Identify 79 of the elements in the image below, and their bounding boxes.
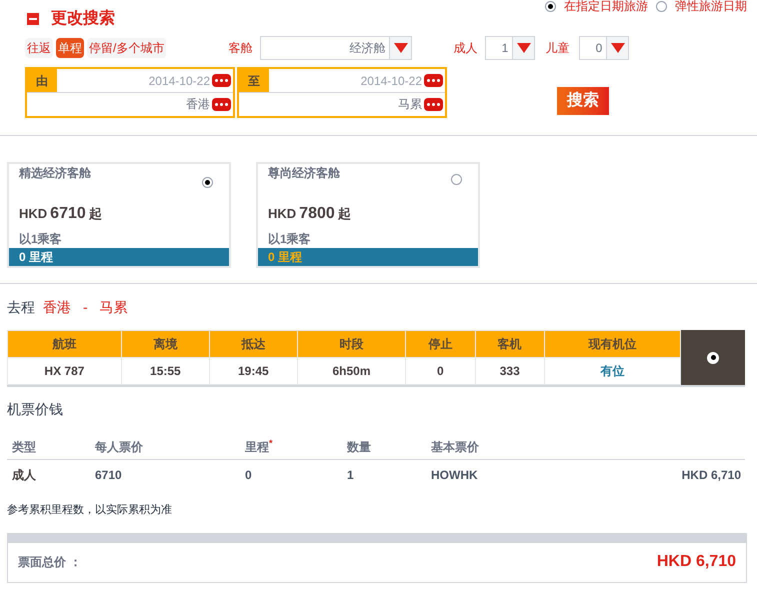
fare-card[interactable]: 精选经济客舱 HKD 6710 起 以1乘客 0 里程: [7, 162, 231, 268]
caret-icon: [516, 43, 531, 53]
radio-label: 在指定日期旅游: [564, 0, 648, 15]
trip-type-tab[interactable]: 单程: [56, 38, 84, 58]
select-cell[interactable]: [681, 330, 745, 385]
collapse-icon[interactable]: [27, 13, 39, 25]
column-header: 数量: [347, 438, 372, 456]
fare-card[interactable]: 尊尚经济客舱 HKD 7800 起 以1乘客 0 里程: [256, 162, 480, 268]
radio-button[interactable]: [707, 352, 719, 364]
fare-price: HKD 6710 起: [18, 204, 103, 224]
field-label: 成人: [453, 40, 478, 57]
column-header: 客机: [475, 330, 544, 358]
picker-icon[interactable]: [212, 98, 231, 110]
table-cell-text: HKD 6,710: [682, 467, 742, 484]
radio-label: 弹性旅游日期: [675, 0, 747, 15]
cabin-select[interactable]: 经济舱: [260, 36, 412, 60]
radio-button[interactable]: [545, 0, 556, 12]
route-label: 由: [27, 69, 57, 92]
table-cell: 有位: [544, 358, 680, 384]
table-cell-text: 0: [245, 467, 253, 484]
destination-city: 马累: [100, 298, 128, 317]
table-cell: HX 787: [8, 358, 122, 384]
table-cell: 19:45: [209, 358, 298, 384]
outbound-label: 去程: [7, 298, 35, 317]
origin-city: 香港: [43, 298, 71, 317]
route-label: 至: [239, 69, 269, 92]
fare-name: 尊尚经济客舱: [268, 165, 340, 182]
radio-button[interactable]: [656, 0, 667, 12]
city-field[interactable]: 马累: [398, 95, 422, 113]
picker-icon[interactable]: [212, 74, 231, 87]
column-header: 里程$^{*}$: [245, 438, 274, 456]
dropdown-button[interactable]: [512, 37, 534, 59]
total-label: 票面总价 ：: [18, 554, 82, 571]
radio-button[interactable]: [451, 174, 462, 185]
table-cell: 6h50m: [297, 358, 406, 384]
column-header: 离境: [121, 330, 210, 358]
table-cell-text: 1: [347, 467, 355, 484]
route-separator: -: [82, 298, 89, 317]
dropdown-button[interactable]: [606, 37, 628, 59]
mileage-note: 参考累积里程数，以实际累积为准: [6, 502, 173, 518]
table-cell: 15:55: [121, 358, 210, 384]
caret-icon: [394, 43, 408, 53]
section-title: 更改搜索: [51, 8, 115, 29]
column-header: 抵达: [209, 330, 298, 358]
column-header: 每人票价: [95, 438, 144, 456]
search-button[interactable]: 搜索: [557, 87, 609, 115]
table-cell: 0: [406, 358, 476, 384]
column-header: 现有机位: [544, 330, 680, 358]
children-select[interactable]: 0: [579, 36, 630, 60]
fare-price: HKD 7800 起: [267, 204, 352, 224]
picker-icon[interactable]: [424, 74, 443, 87]
total-price: HKD 6,710: [656, 552, 736, 572]
radio-button[interactable]: [202, 177, 213, 188]
city-field[interactable]: 香港: [186, 95, 210, 113]
field-label: 儿童: [545, 40, 570, 57]
column-header: 基本票价: [431, 438, 480, 456]
section-title: 机票价钱: [6, 400, 64, 419]
column-header: 类型: [11, 438, 37, 456]
miles-label: 0 里程: [19, 249, 54, 266]
column-header: 停止: [406, 330, 476, 358]
picker-icon[interactable]: [424, 98, 443, 110]
fare-name: 精选经济客舱: [19, 165, 91, 182]
caret-icon: [610, 43, 625, 53]
trip-type-tab[interactable]: 停留/多个城市: [87, 38, 166, 58]
field-label: 客舱: [228, 40, 252, 57]
table-cell-text: HOWHK: [431, 467, 479, 484]
column-header: 时段: [297, 330, 406, 358]
passenger-note: 以1乘客: [267, 231, 312, 248]
date-field[interactable]: 2014-10-22: [269, 69, 445, 92]
passenger-note: 以1乘客: [18, 231, 63, 248]
date-field[interactable]: 2014-10-22: [57, 69, 233, 92]
table-cell: 333: [475, 358, 544, 384]
dropdown-button[interactable]: [389, 37, 412, 59]
table-cell-text: 成人: [11, 467, 37, 484]
adults-select[interactable]: 1: [485, 36, 536, 60]
trip-type-tab[interactable]: 往返: [25, 38, 53, 58]
column-header: 航班: [8, 330, 122, 358]
table-cell-text: 6710: [95, 467, 123, 484]
miles-label: 0 里程: [268, 249, 302, 266]
